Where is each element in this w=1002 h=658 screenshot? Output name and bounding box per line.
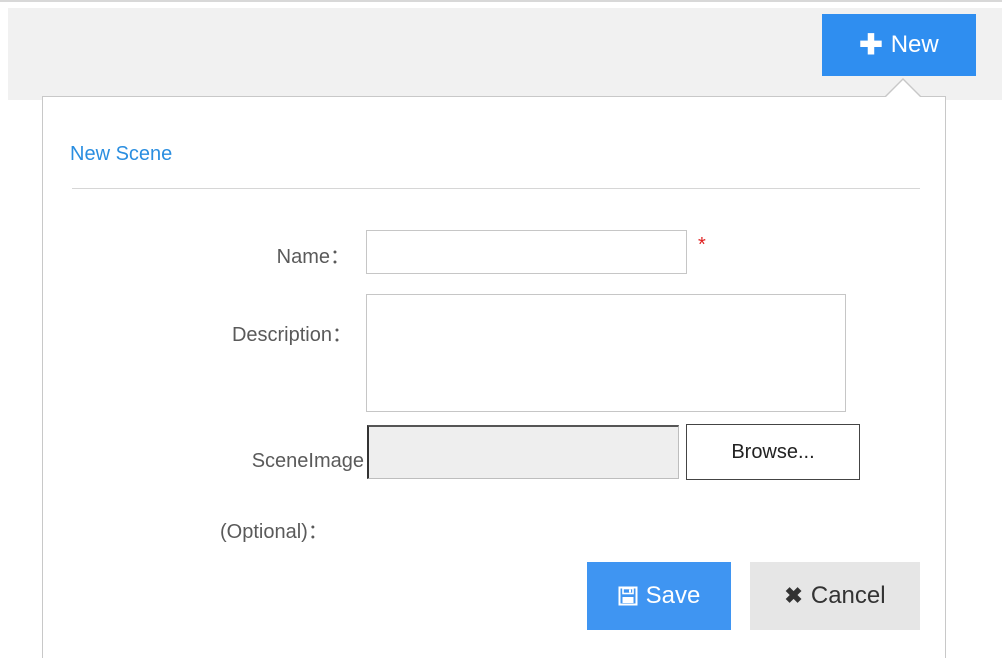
- save-button[interactable]: Save: [587, 562, 731, 630]
- description-textarea[interactable]: [366, 294, 846, 412]
- popover-title: New Scene: [70, 143, 173, 165]
- new-button-label: New: [890, 31, 939, 58]
- floppy-icon: [618, 586, 638, 606]
- required-indicator: *: [698, 234, 706, 256]
- scene-image-optional-label: (Optional)：: [220, 521, 328, 543]
- save-label: Save: [645, 582, 701, 609]
- name-input[interactable]: [366, 230, 687, 274]
- description-label: Description：: [231, 324, 352, 346]
- file-path-field[interactable]: [367, 425, 679, 479]
- name-label: Name：: [276, 246, 350, 268]
- new-button[interactable]: ✚ New: [822, 14, 976, 76]
- scene-image-label: SceneImage: [251, 450, 364, 472]
- title-divider: [72, 188, 920, 189]
- times-icon: ✖: [784, 583, 803, 608]
- plus-icon: ✚: [859, 29, 883, 60]
- cancel-button[interactable]: ✖ Cancel: [750, 562, 920, 630]
- cancel-label: Cancel: [810, 582, 886, 609]
- browse-button[interactable]: Browse...: [686, 424, 860, 480]
- popover-arrow-fill: [885, 80, 921, 98]
- top-border: [0, 0, 1002, 2]
